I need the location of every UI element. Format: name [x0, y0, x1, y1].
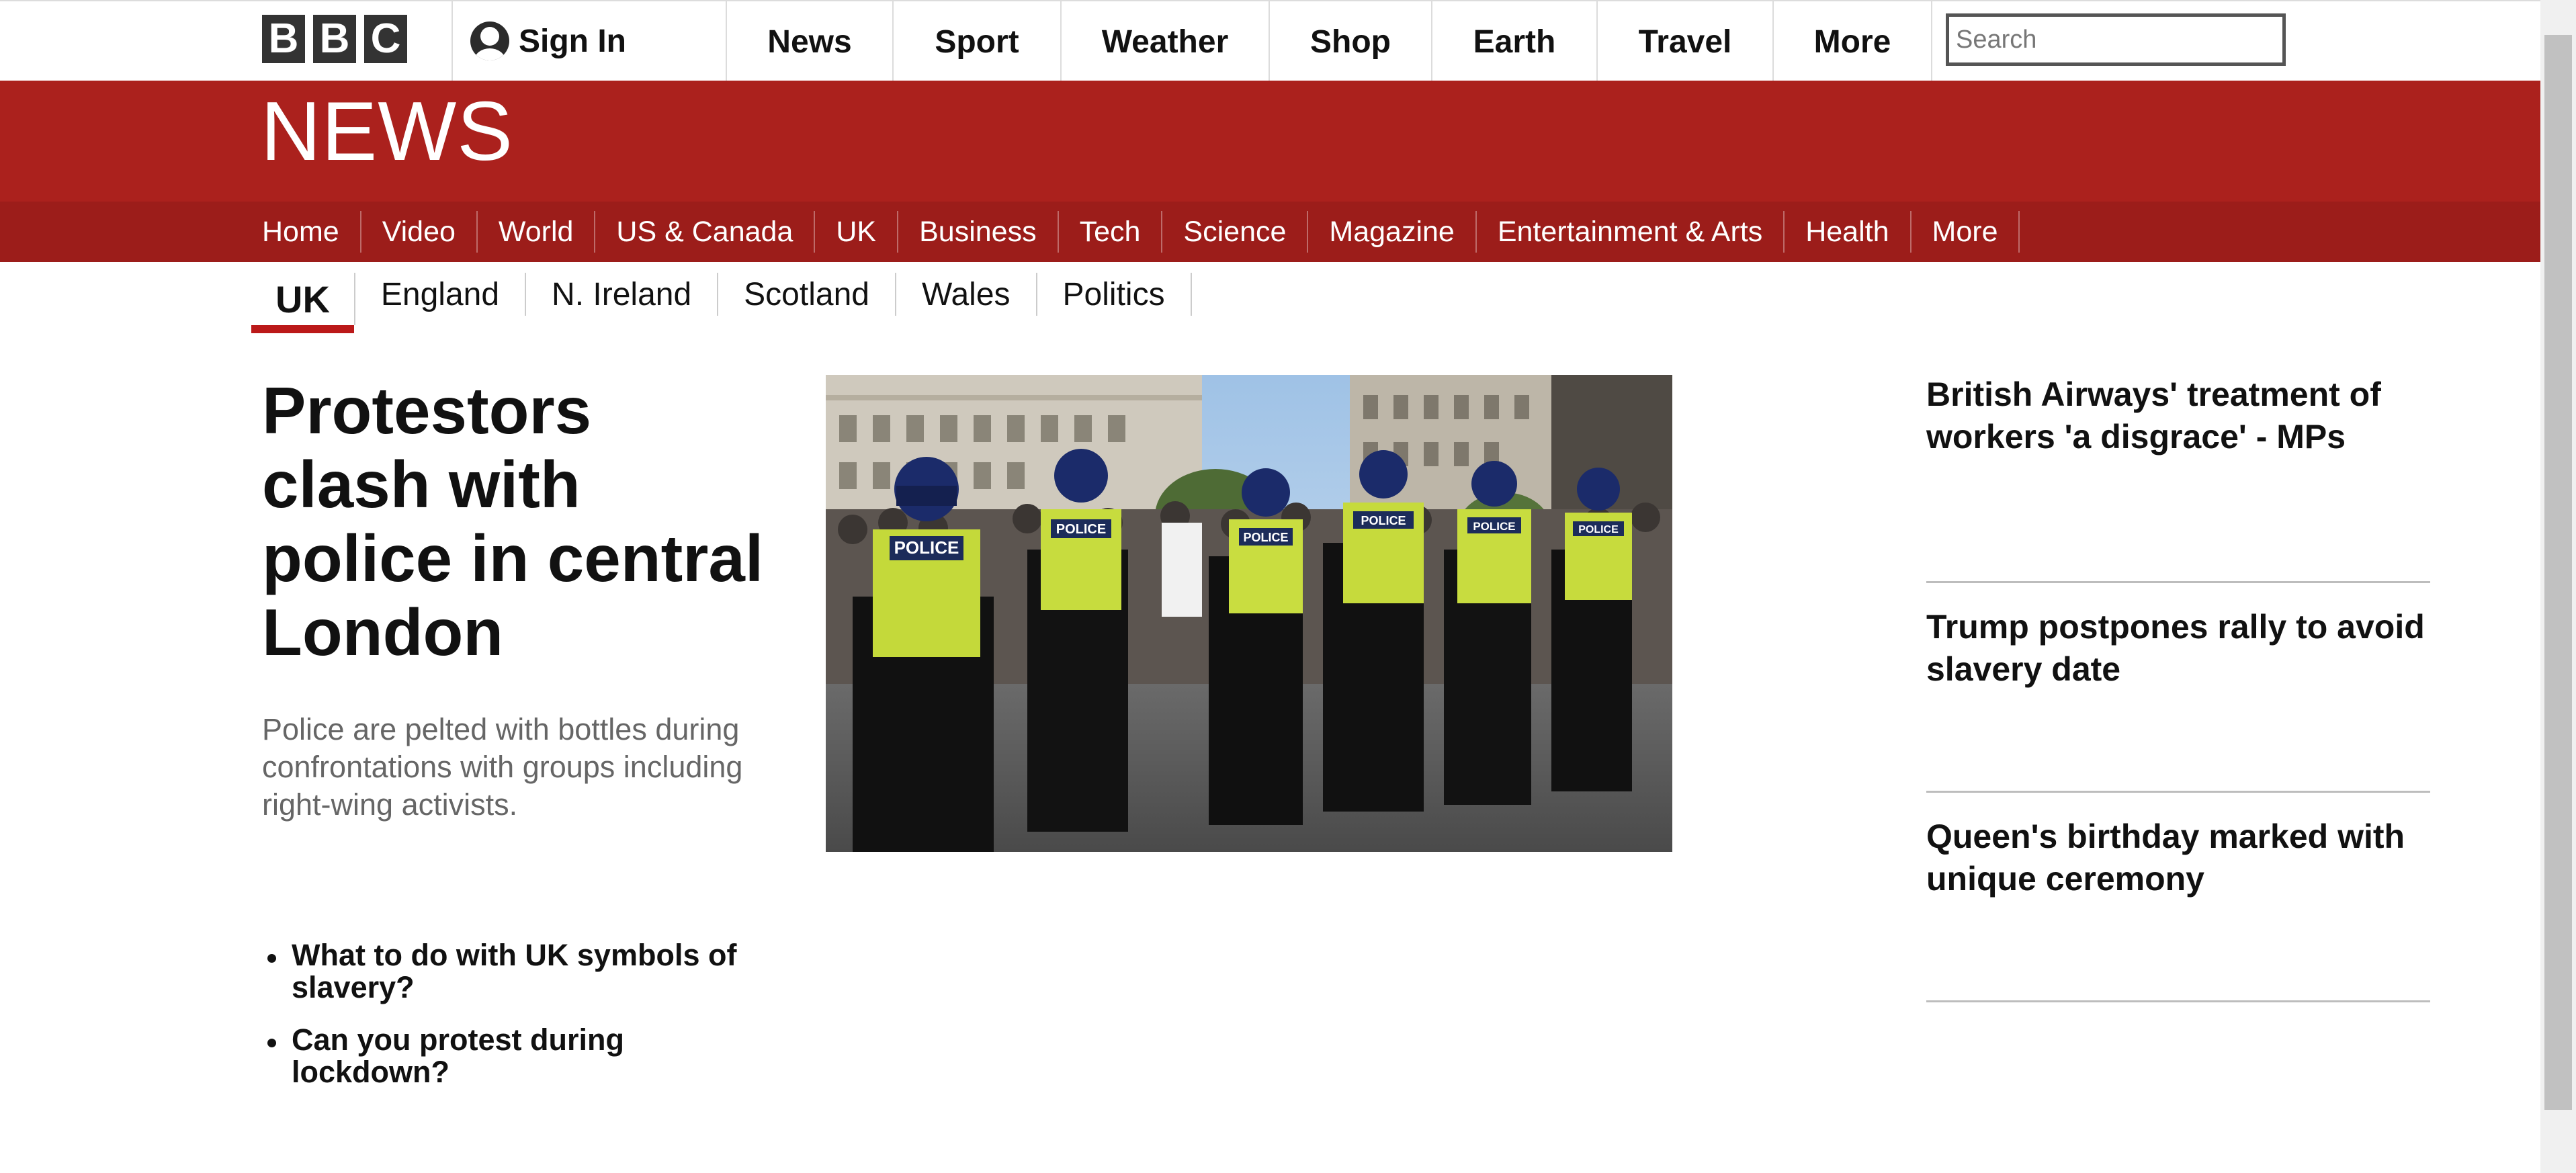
sign-in-link[interactable]: Sign In	[470, 17, 626, 64]
news-nav-bar: Home Video World US & Canada UK Business…	[0, 202, 2540, 262]
news-nav-video[interactable]: Video	[361, 211, 478, 253]
news-nav-entertainment-arts[interactable]: Entertainment & Arts	[1477, 211, 1785, 253]
sub-nav-wales[interactable]: Wales	[896, 273, 1037, 316]
search-input[interactable]	[1946, 13, 2286, 66]
main-story-headline[interactable]: Protestors clash with police in central …	[262, 374, 773, 669]
news-nav-uk[interactable]: UK	[815, 211, 899, 253]
bbc-top-bar: B B C Sign In News Sport Weather Shop Ea…	[0, 0, 2540, 82]
user-icon	[470, 21, 509, 60]
vest-label: POLICE	[894, 537, 959, 558]
uk-sub-nav: UK England N. Ireland Scotland Wales Pol…	[251, 266, 1192, 333]
news-nav-home[interactable]: Home	[262, 211, 361, 253]
related-links: What to do with UK symbols of slavery? C…	[262, 939, 786, 1109]
news-nav-world[interactable]: World	[478, 211, 596, 253]
side-story[interactable]: British Airways' treatment of workers 'a…	[1926, 374, 2430, 583]
news-nav-us-canada[interactable]: US & Canada	[595, 211, 816, 253]
bbc-logo-letter: B	[262, 15, 305, 63]
bbc-logo[interactable]: B B C	[262, 15, 407, 63]
side-story[interactable]: Trump postpones rally to avoid slavery d…	[1926, 583, 2430, 793]
sub-nav-uk[interactable]: UK	[251, 273, 355, 333]
top-nav-earth[interactable]: Earth	[1432, 1, 1596, 82]
bbc-logo-letter: C	[364, 15, 407, 63]
sub-nav-england[interactable]: England	[355, 273, 527, 316]
news-title[interactable]: NEWS	[261, 85, 513, 179]
top-nav-shop[interactable]: Shop	[1270, 1, 1431, 82]
sub-nav-n-ireland[interactable]: N. Ireland	[526, 273, 719, 316]
related-link[interactable]: What to do with UK symbols of slavery?	[262, 939, 786, 1004]
side-story[interactable]: Queen's birthday marked with unique cere…	[1926, 793, 2430, 1002]
vest-label: POLICE	[1578, 524, 1619, 535]
top-nav-more[interactable]: More	[1774, 1, 1931, 82]
side-stories: British Airways' treatment of workers 'a…	[1926, 374, 2430, 1002]
bbc-logo-letter: B	[313, 15, 356, 63]
top-nav-weather[interactable]: Weather	[1062, 1, 1269, 82]
news-nav-business[interactable]: Business	[898, 211, 1059, 253]
top-nav-travel[interactable]: Travel	[1598, 1, 1772, 82]
divider	[452, 1, 453, 82]
news-banner: NEWS	[0, 81, 2540, 202]
scrollbar-thumb[interactable]	[2544, 35, 2572, 1110]
divider	[1931, 1, 1932, 82]
news-nav-more[interactable]: More	[1912, 211, 2020, 253]
main-story-summary: Police are pelted with bottles during co…	[262, 712, 743, 822]
sub-nav-politics[interactable]: Politics	[1037, 273, 1192, 316]
news-nav-magazine[interactable]: Magazine	[1308, 211, 1477, 253]
vest-label: POLICE	[1056, 522, 1106, 537]
news-nav-tech[interactable]: Tech	[1059, 211, 1163, 253]
related-link[interactable]: Can you protest during lockdown?	[262, 1024, 786, 1088]
vest-label: POLICE	[1361, 514, 1406, 527]
vest-label: POLICE	[1243, 531, 1288, 544]
top-nav-news[interactable]: News	[727, 1, 892, 82]
news-nav-health[interactable]: Health	[1785, 211, 1912, 253]
sign-in-label: Sign In	[519, 23, 626, 59]
scrollbar[interactable]	[2540, 0, 2576, 1173]
main-story-image[interactable]: POLICE POLICE POLICE POLICE POLICE POLIC…	[826, 375, 1672, 852]
sub-nav-scotland[interactable]: Scotland	[718, 273, 896, 316]
news-nav-science[interactable]: Science	[1162, 211, 1309, 253]
top-nav-sport[interactable]: Sport	[894, 1, 1060, 82]
vest-label: POLICE	[1473, 520, 1515, 533]
